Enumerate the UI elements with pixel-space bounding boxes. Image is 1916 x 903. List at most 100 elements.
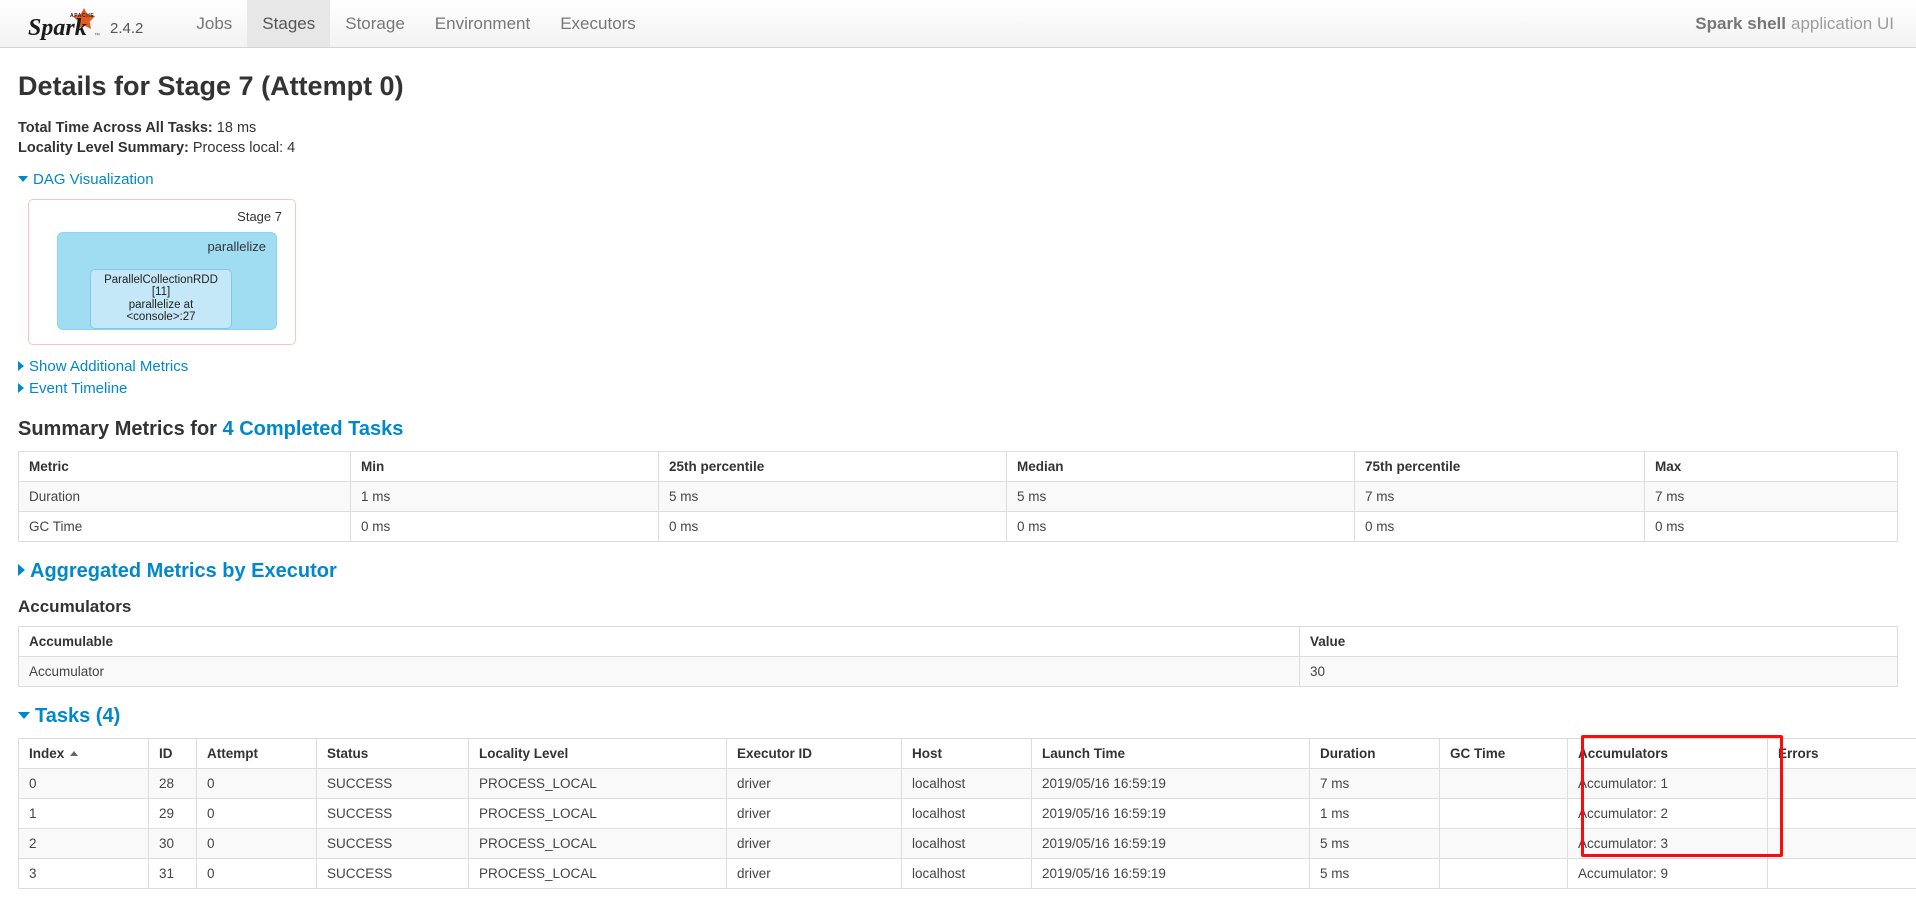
tasks-col-id[interactable]: ID <box>148 737 197 769</box>
task-cell-status: SUCCESS <box>316 767 469 799</box>
tasks-col-gc-time[interactable]: GC Time <box>1439 737 1568 769</box>
task-cell-gc-time <box>1439 797 1568 829</box>
dag-operation-cluster[interactable]: parallelize ParallelCollectionRDD [11] p… <box>57 231 277 330</box>
summary-col-p25[interactable]: 25th percentile <box>658 450 1007 482</box>
completed-tasks-link[interactable]: 4 Completed Tasks <box>223 418 404 440</box>
aggregated-metrics-toggle[interactable]: Aggregated Metrics by Executor <box>18 560 337 582</box>
task-cell-duration: 7 ms <box>1309 767 1440 799</box>
task-cell-id: 28 <box>148 767 197 799</box>
task-cell-locality: PROCESS_LOCAL <box>468 827 727 859</box>
task-cell-accumulators: Accumulator: 1 <box>1567 767 1768 799</box>
task-cell-errors <box>1767 767 1916 799</box>
tasks-col-executor-id[interactable]: Executor ID <box>726 737 902 769</box>
table-row: 2 30 0 SUCCESS PROCESS_LOCAL driver loca… <box>18 827 1916 859</box>
table-row: Accumulator 30 <box>18 655 1898 687</box>
task-cell-accumulators: Accumulator: 2 <box>1567 797 1768 829</box>
event-timeline-toggle[interactable]: Event Timeline <box>18 379 127 398</box>
page-content: Details for Stage 7 (Attempt 0) Total Ti… <box>0 71 1916 889</box>
event-timeline-label: Event Timeline <box>29 379 128 397</box>
task-cell-index: 1 <box>18 797 149 829</box>
nav-links: Jobs Stages Storage Environment Executor… <box>181 0 650 47</box>
tasks-col-host[interactable]: Host <box>901 737 1032 769</box>
summary-col-p75[interactable]: 75th percentile <box>1354 450 1645 482</box>
task-cell-launch-time: 2019/05/16 16:59:19 <box>1031 767 1310 799</box>
nav-item-storage[interactable]: Storage <box>330 0 420 47</box>
aggregated-metrics-heading: Aggregated Metrics by Executor <box>18 560 1898 583</box>
table-row: Duration 1 ms 5 ms 5 ms 7 ms 7 ms <box>18 480 1898 512</box>
task-cell-duration: 5 ms <box>1309 857 1440 889</box>
task-cell-attempt: 0 <box>196 857 317 889</box>
accumulators-col-value[interactable]: Value <box>1299 625 1898 657</box>
task-cell-locality: PROCESS_LOCAL <box>468 767 727 799</box>
dag-visualization-toggle[interactable]: DAG Visualization <box>18 170 154 189</box>
tasks-header-row: Index ID Attempt Status Locality Level E… <box>18 737 1916 769</box>
task-cell-index: 2 <box>18 827 149 859</box>
application-title: Spark shell application UI <box>1695 0 1894 48</box>
summary-col-metric[interactable]: Metric <box>18 450 351 482</box>
summary-cell-p25: 0 ms <box>658 510 1007 542</box>
show-additional-metrics-row: Show Additional Metrics <box>18 357 1898 376</box>
top-navbar: APACHE Spark ™ 2.4.2 Jobs Stages Storage… <box>0 0 1916 48</box>
dag-rdd-node[interactable]: ParallelCollectionRDD [11] parallelize a… <box>90 268 232 329</box>
triangle-right-icon <box>18 382 24 393</box>
svg-text:™: ™ <box>94 32 100 39</box>
task-cell-attempt: 0 <box>196 767 317 799</box>
show-additional-metrics-toggle[interactable]: Show Additional Metrics <box>18 357 188 376</box>
application-title-suffix: application UI <box>1790 14 1894 33</box>
accumulators-col-accumulable[interactable]: Accumulable <box>18 625 1300 657</box>
tasks-toggle[interactable]: Tasks (4) <box>18 705 120 727</box>
dag-visualization-graph[interactable]: Stage 7 parallelize ParallelCollectionRD… <box>28 198 296 345</box>
dag-visualization-toggle-row: DAG Visualization <box>18 170 1898 189</box>
tasks-col-launch-time[interactable]: Launch Time <box>1031 737 1310 769</box>
sort-ascending-icon <box>70 750 79 756</box>
task-cell-accumulators: Accumulator: 9 <box>1567 857 1768 889</box>
total-time-label: Total Time Across All Tasks: <box>18 119 213 136</box>
tasks-col-attempt[interactable]: Attempt <box>196 737 317 769</box>
nav-item-stages[interactable]: Stages <box>247 0 331 47</box>
dag-operation-label: parallelize <box>207 238 266 254</box>
summary-col-max[interactable]: Max <box>1644 450 1898 482</box>
dag-rdd-callsite: parallelize at <console>:27 <box>126 298 196 324</box>
task-cell-attempt: 0 <box>196 827 317 859</box>
page-title: Details for Stage 7 (Attempt 0) <box>18 71 404 101</box>
triangle-down-icon <box>18 175 28 182</box>
tasks-col-status[interactable]: Status <box>316 737 469 769</box>
summary-cell-min: 0 ms <box>350 510 659 542</box>
tasks-col-duration[interactable]: Duration <box>1309 737 1440 769</box>
task-cell-accumulators: Accumulator: 3 <box>1567 827 1768 859</box>
nav-item-jobs[interactable]: Jobs <box>181 0 247 47</box>
summary-metrics-header-row: Metric Min 25th percentile Median 75th p… <box>18 450 1898 482</box>
task-cell-gc-time <box>1439 827 1568 859</box>
nav-item-executors[interactable]: Executors <box>545 0 651 47</box>
tasks-table-region: Index ID Attempt Status Locality Level E… <box>18 734 1916 889</box>
summary-cell-metric: GC Time <box>18 510 351 542</box>
total-time-summary: Total Time Across All Tasks: 18 ms <box>18 118 1898 138</box>
accumulators-header-row: Accumulable Value <box>18 625 1898 657</box>
tasks-col-locality-level[interactable]: Locality Level <box>468 737 727 769</box>
task-cell-locality: PROCESS_LOCAL <box>468 797 727 829</box>
task-cell-executor: driver <box>726 797 902 829</box>
summary-col-min[interactable]: Min <box>350 450 659 482</box>
summary-cell-p25: 5 ms <box>658 480 1007 512</box>
task-cell-status: SUCCESS <box>316 827 469 859</box>
table-row: 1 29 0 SUCCESS PROCESS_LOCAL driver loca… <box>18 797 1916 829</box>
task-cell-id: 29 <box>148 797 197 829</box>
brand-logo-link[interactable]: APACHE Spark ™ 2.4.2 <box>0 0 153 47</box>
summary-cell-median: 0 ms <box>1006 510 1355 542</box>
tasks-col-accumulators[interactable]: Accumulators <box>1567 737 1768 769</box>
summary-cell-median: 5 ms <box>1006 480 1355 512</box>
show-additional-metrics-label: Show Additional Metrics <box>29 357 189 375</box>
spark-version-label: 2.4.2 <box>110 20 144 37</box>
accumulators-heading: Accumulators <box>18 596 132 616</box>
summary-col-median[interactable]: Median <box>1006 450 1355 482</box>
accumulators-table: Accumulable Value Accumulator 30 <box>18 625 1898 687</box>
task-cell-duration: 1 ms <box>1309 797 1440 829</box>
summary-cell-metric: Duration <box>18 480 351 512</box>
task-cell-gc-time <box>1439 767 1568 799</box>
accumulators-cell-value: 30 <box>1299 655 1898 687</box>
nav-item-environment[interactable]: Environment <box>420 0 545 47</box>
task-cell-locality: PROCESS_LOCAL <box>468 857 727 889</box>
task-cell-id: 30 <box>148 827 197 859</box>
tasks-col-errors[interactable]: Errors <box>1767 737 1916 769</box>
tasks-col-index[interactable]: Index <box>18 737 149 769</box>
